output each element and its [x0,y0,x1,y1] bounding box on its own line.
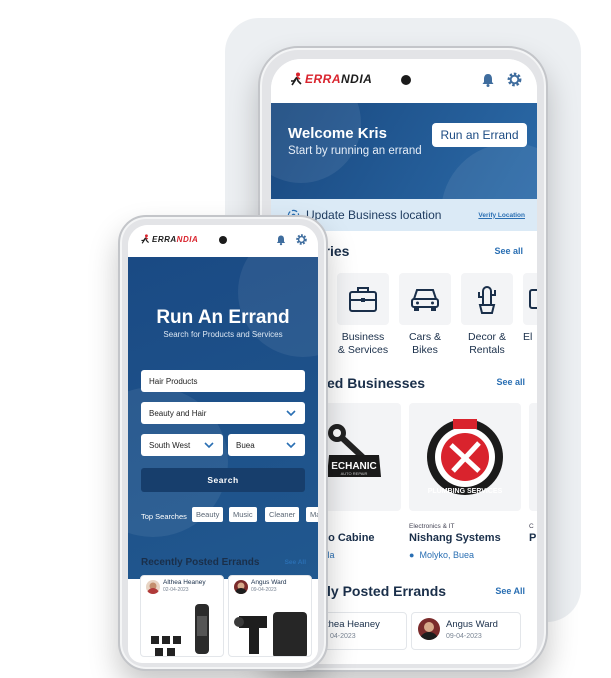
business-card[interactable]: PLUMBING SERVICES [409,403,521,511]
top-icons [275,233,308,246]
svg-text:PLUMBING SERVICES: PLUMBING SERVICES [428,488,503,495]
logo-text-black: ERRA [152,234,177,244]
pin-icon: ● [409,550,415,560]
business-category: Electronics & IT [409,523,455,530]
errand-date: 04-2023 [330,633,356,640]
errand-card[interactable]: Angus Ward 09-04-2023 [411,612,521,650]
top-icons [480,71,523,88]
errands-title: ly Posted Errands [327,583,447,599]
business-name: Nishang Systems [409,532,501,544]
business-name: P [529,532,537,544]
plumbing-logo: PLUMBING SERVICES [427,419,503,495]
chevron-down-icon [286,442,296,449]
welcome-title: Welcome Kris [288,125,387,142]
massage-gun-image [234,612,307,656]
mechanic-logo: ECHANIC AUTO REPAIR [327,424,381,477]
runner-icon [289,72,303,86]
chevron-down-icon [204,442,214,449]
businesses-see-all[interactable]: See all [496,377,525,387]
errandia-logo[interactable]: ERRA NDIA [289,72,372,86]
category-electronics[interactable] [523,273,537,325]
page-subtitle: Search for Products and Services [163,330,283,339]
chevron-down-icon [286,410,296,417]
errand-author: thea Heaney [326,619,380,630]
camera-notch [219,236,227,244]
category-business-services[interactable] [337,273,389,325]
category-label: Cars & Bikes [408,331,442,356]
business-location: ● Molyko, Buea [409,550,474,560]
front-phone-screen: ERRA NDIA Run An Errand Search for Produc… [128,225,318,663]
errand-author: Angus Ward [251,579,287,586]
business-category: C [529,523,534,530]
logo-text-red: NDIA [176,234,199,244]
welcome-banner: Welcome Kris Start by running an errand … [271,103,537,199]
top-search-chip[interactable]: Music [229,507,257,522]
location-text: Update Business location [306,208,442,222]
errand-date: 09-04-2023 [446,633,482,640]
errands-title: Recently Posted Errands [141,557,260,568]
logo-text-black: NDIA [341,72,373,86]
electronics-icon [529,289,537,309]
category-label: Business & Services [337,331,389,356]
product-search-input[interactable]: Hair Products [141,370,305,392]
region-select[interactable]: South West [141,434,223,456]
business-card[interactable] [529,403,537,511]
category-label: Decor & Rentals [468,331,506,356]
category-cars-bikes[interactable] [399,273,451,325]
app-bar: ERRA NDIA [271,59,537,103]
search-hero: Run An Errand Search for Products and Se… [128,257,318,579]
page-title: Run An Errand [156,307,290,328]
category-decor-rentals[interactable] [461,273,513,325]
search-button[interactable]: Search [141,468,305,492]
errand-card[interactable]: Angus Ward 09-04-2023 [228,575,312,657]
errand-author: Angus Ward [446,619,498,630]
car-icon [411,289,439,311]
cactus-icon [478,286,496,314]
city-select[interactable]: Buea [228,434,305,456]
run-errand-button[interactable]: Run an Errand [432,123,527,147]
businesses-title: ed Businesses [327,375,426,391]
gear-icon[interactable] [506,71,523,88]
camera-notch [401,75,411,85]
welcome-subtitle: Start by running an errand [288,145,422,157]
svg-text:AUTO REPAIR: AUTO REPAIR [341,471,368,476]
categories-see-all[interactable]: See all [494,246,523,256]
errand-date: 09-04-2023 [251,587,277,593]
avatar [418,618,440,640]
top-search-chip[interactable]: Ma [306,507,318,522]
verify-location-link[interactable]: Verify Location [478,212,525,219]
errand-date: 02-04-2023 [163,587,189,593]
top-search-chip[interactable]: Cleaner [265,507,300,522]
category-select[interactable]: Beauty and Hair [141,402,305,424]
errands-see-all[interactable]: See All [495,586,525,596]
grooming-kit-image [151,604,209,656]
logo-text-red: ERRA [305,72,342,86]
app-bar: ERRA NDIA [128,225,318,257]
front-phone-frame: ERRA NDIA Run An Errand Search for Produc… [118,215,328,671]
runner-icon [140,234,150,244]
top-searches-label: Top Searches [141,512,187,521]
top-search-chip[interactable]: Beauty [192,507,224,522]
errand-author: Althea Heaney [163,579,206,586]
errandia-logo[interactable]: ERRA NDIA [140,234,198,244]
category-label: El [523,331,533,343]
bell-icon[interactable] [480,72,496,88]
banner-decoration [271,103,361,183]
banner-decoration [441,143,537,199]
bell-icon[interactable] [275,234,287,246]
errands-see-all[interactable]: See All [285,559,306,566]
errand-card[interactable]: Althea Heaney 02-04-2023 [140,575,224,657]
avatar [234,580,248,594]
avatar [146,580,160,594]
gear-icon[interactable] [295,233,308,246]
briefcase-icon [349,287,377,312]
